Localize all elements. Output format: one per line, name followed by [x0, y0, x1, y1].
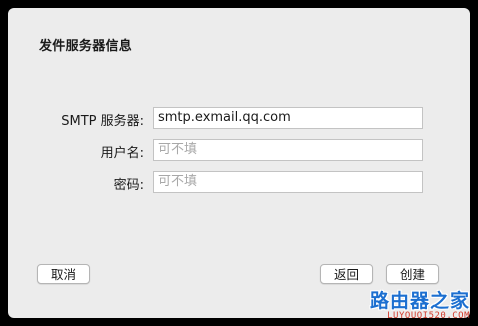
- back-button[interactable]: 返回: [320, 264, 373, 284]
- dialog-title: 发件服务器信息: [39, 39, 133, 54]
- cancel-button[interactable]: 取消: [37, 264, 90, 284]
- password-row: 密码:: [8, 171, 470, 193]
- password-label: 密码:: [113, 178, 144, 193]
- password-input[interactable]: [153, 171, 423, 193]
- username-label: 用户名:: [100, 146, 144, 161]
- watermark-title: 路由器之家: [369, 290, 470, 312]
- smtp-label: SMTP 服务器:: [61, 114, 144, 129]
- watermark-logo: 路由器之家 LUYOUQI520.COM: [369, 286, 472, 324]
- smtp-row: SMTP 服务器:: [8, 107, 470, 129]
- username-row: 用户名:: [8, 139, 470, 161]
- smtp-server-input[interactable]: [153, 107, 423, 129]
- watermark-subtitle: LUYOUQI520.COM: [387, 311, 470, 321]
- username-input[interactable]: [153, 139, 423, 161]
- create-button[interactable]: 创建: [386, 264, 439, 284]
- dialog-window: 发件服务器信息 SMTP 服务器: 用户名: 密码: 取消 返回 创建: [8, 8, 470, 318]
